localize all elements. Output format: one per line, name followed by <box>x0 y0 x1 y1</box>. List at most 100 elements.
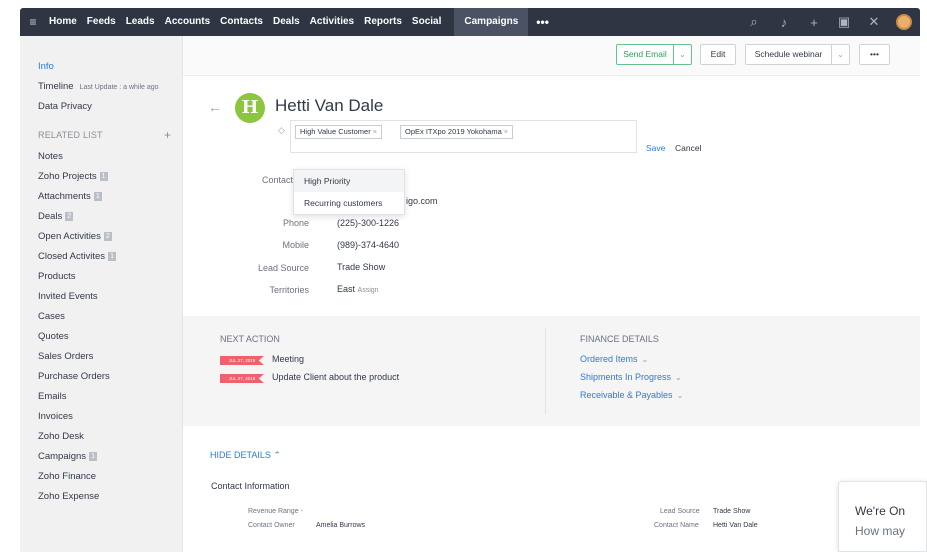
chevron-up-icon: ⌃ <box>273 450 281 460</box>
sidebar-item-related[interactable]: Invited Events <box>38 291 98 302</box>
sidebar-item-timeline[interactable]: Timeline Last Update : a while ago <box>38 81 159 92</box>
mobile-value[interactable]: (989)-374-4640 <box>337 240 399 250</box>
tools-icon[interactable]: ✕ <box>866 14 882 30</box>
back-arrow-icon[interactable]: ← <box>208 99 222 115</box>
save-tags-link[interactable]: Save <box>646 143 665 153</box>
assign-territory-link[interactable]: Assign <box>358 287 379 294</box>
nav-campaigns[interactable]: Campaigns <box>454 8 529 36</box>
sidebar-item-related[interactable]: Products <box>38 271 76 282</box>
sidebar-item-related[interactable]: Zoho Projects 1 <box>38 171 108 182</box>
sidebar-item-related[interactable]: Emails <box>38 391 67 402</box>
nav-deals[interactable]: Deals <box>268 8 305 36</box>
hamburger-menu-icon[interactable]: ≡ <box>22 15 44 29</box>
revenue-range-label-text: Revenue Range <box>248 508 299 515</box>
sidebar-item-related[interactable]: Notes <box>38 151 63 162</box>
tag-label: OpEx ITXpo 2019 Yokohama <box>405 127 502 136</box>
summary-divider <box>545 328 546 414</box>
sidebar-item-related[interactable]: Zoho Desk <box>38 431 84 442</box>
sidebar-item-related[interactable]: Zoho Finance <box>38 471 96 482</box>
lead-source-detail-label: Lead Source <box>660 508 700 515</box>
search-icon[interactable]: ⌕ <box>746 14 762 30</box>
sidebar-item-related[interactable]: Purchase Orders <box>38 371 110 382</box>
chat-greeting: We're On <box>855 504 906 518</box>
nav-accounts[interactable]: Accounts <box>160 8 216 36</box>
receivables-label: Receivable & Payables <box>580 390 673 400</box>
next-action-item[interactable]: Meeting <box>272 354 304 364</box>
more-actions-button[interactable]: ••• <box>859 44 890 65</box>
hide-details-link[interactable]: HIDE DETAILS ⌃ <box>210 450 281 461</box>
sidebar-item-related[interactable]: Invoices <box>38 411 73 422</box>
remove-tag-icon[interactable]: × <box>504 127 508 136</box>
send-email-label: Send Email <box>623 49 667 59</box>
plus-icon[interactable]: + <box>806 15 822 30</box>
record-sidebar: Info Timeline Last Update : a while ago D… <box>20 36 183 552</box>
count-badge: 1 <box>89 452 97 461</box>
sidebar-item-label: Invoices <box>38 411 73 422</box>
sidebar-item-related[interactable]: Cases <box>38 311 65 322</box>
shipments-link[interactable]: Shipments In Progress ⌄ <box>580 372 682 382</box>
sidebar-item-label: Open Activities <box>38 231 101 242</box>
send-email-button[interactable]: Send Email ⌄ <box>616 44 692 65</box>
sidebar-item-label: Zoho Finance <box>38 471 97 482</box>
tag-suggestion-item[interactable]: High Priority <box>294 170 404 192</box>
chevron-down-icon[interactable]: ⌄ <box>831 45 849 64</box>
contact-owner-label: Contact Ow <box>261 175 309 185</box>
receivables-link[interactable]: Receivable & Payables ⌄ <box>580 390 683 400</box>
sidebar-item-related[interactable]: Deals 2 <box>38 211 74 222</box>
tag-input[interactable]: High Value Customer × OpEx ITXpo 2019 Yok… <box>290 120 637 153</box>
chat-widget[interactable]: We're On How may <box>838 481 927 552</box>
contact-owner-detail-value: Amelia Burrows <box>316 522 366 529</box>
nav-activities[interactable]: Activities <box>305 8 359 36</box>
territories-value[interactable]: East Assign <box>337 284 379 294</box>
next-action-item[interactable]: Update Client about the product <box>272 372 399 382</box>
sidebar-item-label: Invited Events <box>38 291 98 302</box>
tag-suggestion-item[interactable]: Recurring customers <box>294 192 404 214</box>
crm-window: ≡ Home Feeds Leads Accounts Contacts Dea… <box>20 8 920 552</box>
nav-reports[interactable]: Reports <box>359 8 407 36</box>
sidebar-item-related[interactable]: Closed Activites 1 <box>38 251 116 262</box>
email-value[interactable]: igo.com <box>406 196 438 206</box>
chevron-down-icon[interactable]: ⌄ <box>673 45 691 64</box>
nav-social[interactable]: Social <box>407 8 446 36</box>
sidebar-item-related[interactable]: Campaigns 1 <box>38 451 97 462</box>
schedule-webinar-button[interactable]: Schedule webinar ⌄ <box>745 44 850 65</box>
sidebar-item-related[interactable]: Open Activities 2 <box>38 231 112 242</box>
lead-source-value[interactable]: Trade Show <box>337 262 385 272</box>
sidebar-item-related[interactable]: Attachments 1 <box>38 191 102 202</box>
tag-chip: High Value Customer × <box>295 125 383 139</box>
revenue-range-value: - <box>300 508 303 515</box>
tag-icon: ◇ <box>278 125 285 135</box>
sidebar-item-info[interactable]: Info <box>38 61 54 72</box>
timeline-last-update: Last Update : a while ago <box>79 84 159 91</box>
sidebar-item-label: Closed Activites <box>38 251 106 262</box>
calendar-icon[interactable]: ▣ <box>836 14 852 30</box>
edit-button[interactable]: Edit <box>700 44 736 65</box>
contact-name-detail-value: Hetti Van Dale <box>713 522 758 529</box>
user-avatar-icon[interactable] <box>896 14 912 30</box>
ordered-items-label: Ordered Items <box>580 354 638 364</box>
lead-source-detail-value: Trade Show <box>713 508 751 515</box>
ordered-items-link[interactable]: Ordered Items ⌄ <box>580 354 648 364</box>
tag-chip: OpEx ITXpo 2019 Yokohama × <box>400 125 514 139</box>
sidebar-item-related[interactable]: Zoho Expense <box>38 491 99 502</box>
chevron-down-icon: ⌄ <box>641 355 649 364</box>
revenue-range-label: Revenue Range - <box>248 508 303 515</box>
chevron-down-icon: ⌄ <box>676 391 684 400</box>
sidebar-item-label: Deals <box>38 211 63 222</box>
next-action-heading: NEXT ACTION <box>220 334 280 344</box>
nav-more-button[interactable]: ••• <box>528 15 557 29</box>
tag-suggestion-dropdown: High Priority Recurring customers <box>293 169 405 215</box>
cancel-tags-link[interactable]: Cancel <box>675 143 701 153</box>
sidebar-item-data-privacy[interactable]: Data Privacy <box>38 101 92 112</box>
nav-feeds[interactable]: Feeds <box>82 8 121 36</box>
add-related-list-icon[interactable]: + <box>164 128 171 142</box>
phone-label: Phone <box>282 218 309 228</box>
nav-home[interactable]: Home <box>44 8 82 36</box>
phone-value[interactable]: (225)-300-1226 <box>337 218 399 228</box>
sidebar-item-related[interactable]: Sales Orders <box>38 351 93 362</box>
sidebar-item-related[interactable]: Quotes <box>38 331 69 342</box>
nav-contacts[interactable]: Contacts <box>215 8 268 36</box>
bell-icon[interactable]: ♪ <box>776 15 792 30</box>
nav-leads[interactable]: Leads <box>121 8 160 36</box>
remove-tag-icon[interactable]: × <box>373 127 377 136</box>
